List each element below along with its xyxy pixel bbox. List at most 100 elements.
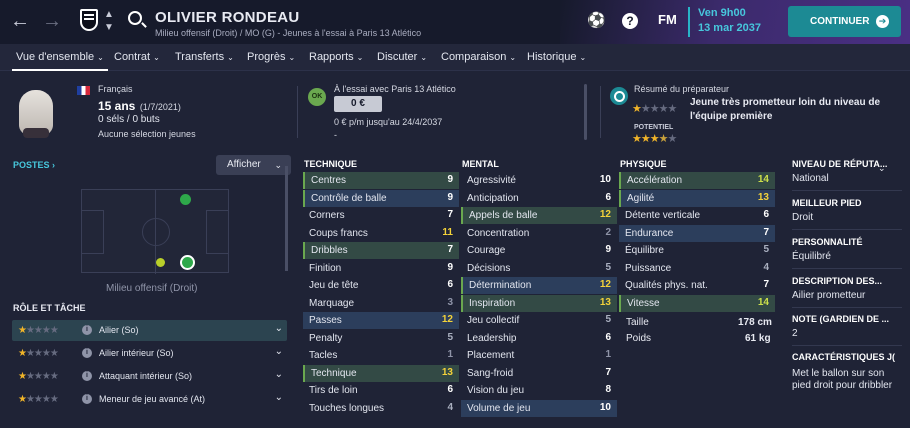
back-arrow-icon[interactable]: ←: [10, 10, 30, 32]
attribute-row[interactable]: Appels de balle 12: [461, 207, 617, 224]
attribute-row[interactable]: Penalty 5: [303, 330, 459, 347]
tab-contract[interactable]: Contrat ⌄: [114, 51, 160, 63]
fm-logo[interactable]: FM: [658, 12, 677, 27]
tab-history[interactable]: Historique ⌄: [527, 51, 586, 63]
attribute-row[interactable]: Décisions 5: [461, 260, 617, 277]
info-icon[interactable]: i: [82, 371, 92, 381]
attribute-name: Contrôle de balle: [311, 192, 387, 204]
attribute-row[interactable]: Sang-froid 7: [461, 365, 617, 382]
tab-overview[interactable]: Vue d'ensemble ⌄: [12, 51, 108, 71]
attribute-row[interactable]: Endurance 7: [619, 224, 775, 242]
role-label: Attaquant intérieur (So): [99, 371, 193, 381]
attribute-row[interactable]: Dribbles 7: [303, 242, 459, 259]
attribute-row[interactable]: Vitesse 14: [619, 294, 775, 312]
attribute-row[interactable]: Accélération 14: [619, 172, 775, 189]
chevron-down-icon[interactable]: ⌄: [275, 369, 283, 380]
position-dot[interactable]: [180, 194, 191, 205]
attribute-row[interactable]: Courage 9: [461, 242, 617, 259]
role-item[interactable]: ★★★★★ i Ailier intérieur (So) ⌄: [12, 343, 287, 364]
attribute-row[interactable]: Tacles 1: [303, 347, 459, 364]
scrollbar[interactable]: [584, 84, 587, 140]
attribute-row[interactable]: Contrôle de balle 9: [303, 189, 459, 207]
forward-arrow-icon[interactable]: →: [42, 10, 62, 32]
ability-stars: ★★★★★: [632, 103, 677, 115]
attribute-name: Accélération: [627, 175, 683, 186]
scout-search-icon[interactable]: [610, 87, 628, 105]
tab-reports[interactable]: Rapports ⌄: [309, 51, 363, 63]
caps-goals: 0 séls / 0 buts: [98, 114, 160, 125]
roles-scrollbar[interactable]: [285, 166, 288, 271]
attribute-row[interactable]: Centres 9: [303, 172, 459, 189]
chevron-down-icon[interactable]: ▼: [104, 22, 114, 33]
attribute-row[interactable]: Coups francs 11: [303, 225, 459, 242]
attribute-row[interactable]: Passes 12: [303, 312, 459, 329]
club-crest-icon[interactable]: [80, 9, 98, 31]
role-item[interactable]: ★★★★★ i Ailier (So) ⌄: [12, 320, 287, 341]
help-icon[interactable]: ?: [622, 13, 638, 29]
tab-progress[interactable]: Progrès ⌄: [247, 51, 295, 63]
tab-comparison[interactable]: Comparaison ⌄: [441, 51, 516, 63]
attribute-row[interactable]: Concentration 2: [461, 225, 617, 242]
attribute-row[interactable]: Agressivité 10: [461, 172, 617, 189]
info-icon[interactable]: i: [82, 394, 92, 404]
technique-title: TECHNIQUE: [304, 159, 358, 169]
attribute-row[interactable]: Corners 7: [303, 207, 459, 224]
attribute-row[interactable]: Placement 1: [461, 347, 617, 364]
role-stars: ★★★★★: [18, 348, 59, 359]
attribute-row[interactable]: Vision du jeu 8: [461, 382, 617, 399]
chevron-down-icon[interactable]: ⌄: [275, 346, 283, 357]
positions-title-link[interactable]: POSTES ›: [13, 160, 55, 170]
arrow-right-icon: ➔: [876, 15, 889, 28]
attribute-value: 10: [599, 401, 611, 413]
attribute-row[interactable]: Anticipation 6: [461, 190, 617, 207]
attribute-row[interactable]: Détermination 12: [461, 277, 617, 294]
attribute-name: Tirs de loin: [309, 385, 358, 396]
attribute-row[interactable]: Inspiration 13: [461, 294, 617, 312]
afficher-dropdown[interactable]: Afficher ⌄: [216, 155, 291, 175]
tab-transfers[interactable]: Transferts ⌄: [175, 51, 234, 63]
globe-icon[interactable]: ⚽: [587, 11, 606, 29]
attribute-row[interactable]: Technique 13: [303, 364, 459, 382]
attribute-row[interactable]: Puissance 4: [619, 260, 775, 277]
attribute-row[interactable]: Touches longues 4: [303, 400, 459, 417]
attribute-row[interactable]: Jeu de tête 6: [303, 277, 459, 294]
attribute-row[interactable]: Équilibre 5: [619, 242, 775, 259]
continue-button[interactable]: CONTINUER ➔: [788, 6, 901, 37]
attribute-row[interactable]: Qualités phys. nat. 7: [619, 277, 775, 294]
potential-label: POTENTIEL: [634, 124, 674, 131]
position-dot[interactable]: [156, 258, 165, 267]
attribute-name: Tacles: [309, 350, 338, 361]
chevron-down-icon: ⌄: [509, 53, 517, 62]
afficher-label: Afficher: [227, 159, 261, 170]
attribute-row[interactable]: Détente verticale 6: [619, 207, 775, 224]
info-icon[interactable]: i: [82, 325, 92, 335]
tab-discuss[interactable]: Discuter ⌄: [377, 51, 427, 63]
chevron-down-icon[interactable]: ⌄: [275, 323, 283, 334]
chevron-down-icon: ⌄: [97, 53, 104, 62]
value-field[interactable]: 0 €: [334, 96, 382, 112]
attribute-value: 9: [447, 191, 453, 203]
gk-value: 2: [792, 328, 798, 339]
attribute-name: Concentration: [467, 227, 530, 239]
player-face-avatar: [19, 90, 53, 138]
info-icon[interactable]: i: [82, 348, 92, 358]
status-badge: OK: [308, 88, 326, 106]
attribute-row[interactable]: Finition 9: [303, 260, 459, 277]
attribute-row[interactable]: Tirs de loin 6: [303, 382, 459, 399]
role-item[interactable]: ★★★★★ i Meneur de jeu avancé (At) ⌄: [12, 389, 287, 410]
tab-label: Progrès: [247, 51, 286, 63]
chevron-up-icon[interactable]: ▲: [104, 9, 114, 20]
youth-caps: Aucune sélection jeunes: [98, 129, 196, 139]
chevron-down-icon[interactable]: ⌄: [275, 392, 283, 403]
attribute-name: Technique: [311, 367, 357, 379]
attribute-value: 12: [599, 209, 611, 220]
position-dot-selected[interactable]: [180, 255, 195, 270]
role-item[interactable]: ★★★★★ i Attaquant intérieur (So) ⌄: [12, 366, 287, 387]
search-icon[interactable]: [128, 11, 142, 25]
attribute-row[interactable]: Volume de jeu 10: [461, 399, 617, 417]
attribute-row[interactable]: Agilité 13: [619, 189, 775, 207]
date-box[interactable]: Ven 9h00 13 mar 2037: [688, 7, 761, 37]
attribute-row[interactable]: Marquage 3: [303, 295, 459, 312]
attribute-row[interactable]: Leadership 6: [461, 330, 617, 347]
attribute-row[interactable]: Jeu collectif 5: [461, 312, 617, 329]
